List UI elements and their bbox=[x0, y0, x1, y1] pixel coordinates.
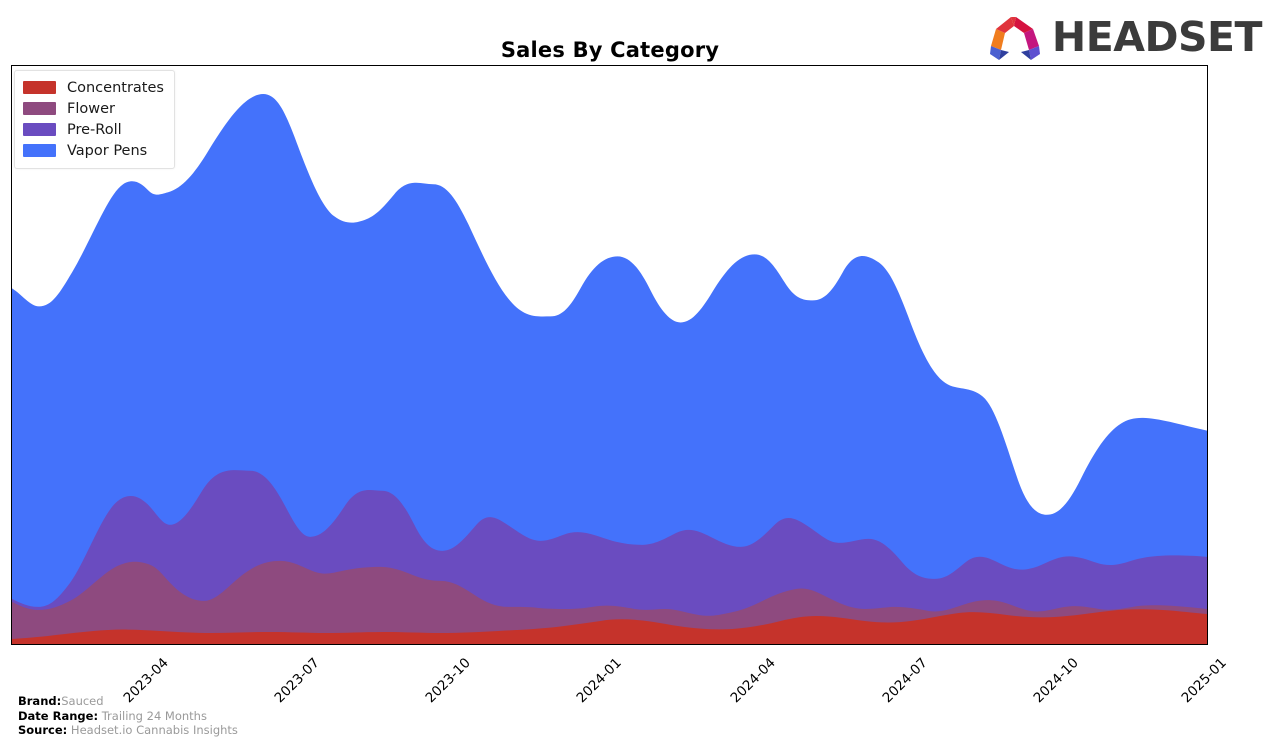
legend-item-pre-roll[interactable]: Pre-Roll bbox=[23, 119, 164, 140]
legend: Concentrates Flower Pre-Roll Vapor Pens bbox=[14, 70, 175, 169]
plot-area bbox=[11, 65, 1208, 645]
x-tick-label: 2023-07 bbox=[271, 655, 323, 707]
footer-date-range-key: Date Range: bbox=[18, 708, 99, 723]
footer-source-value: Headset.io Cannabis Insights bbox=[70, 723, 238, 738]
x-tick-label: 2024-01 bbox=[573, 655, 625, 707]
legend-label-concentrates: Concentrates bbox=[67, 79, 164, 96]
legend-item-concentrates[interactable]: Concentrates bbox=[23, 77, 164, 98]
footer-brand-value: Sauced bbox=[61, 694, 104, 709]
legend-label-vapor-pens: Vapor Pens bbox=[67, 142, 148, 159]
footer-source-key: Source: bbox=[18, 723, 68, 738]
footer-brand-row: Brand:Sauced bbox=[18, 694, 238, 709]
legend-item-vapor-pens[interactable]: Vapor Pens bbox=[23, 140, 164, 161]
x-tick-label: 2024-07 bbox=[879, 655, 931, 707]
stacked-area-plot bbox=[12, 94, 1207, 644]
footer-date-range-value: Trailing 24 Months bbox=[101, 708, 207, 723]
legend-label-pre-roll: Pre-Roll bbox=[67, 121, 122, 138]
logo-wordmark: HEADSET bbox=[1051, 12, 1263, 61]
legend-label-flower: Flower bbox=[67, 100, 115, 117]
headset-logo: HEADSET bbox=[987, 12, 1263, 62]
chart-root: Sales By Category HEADSET Concentrates F… bbox=[0, 0, 1276, 746]
footer-source-row: Source: Headset.io Cannabis Insights bbox=[18, 723, 238, 738]
headset-arch-icon bbox=[989, 17, 1040, 60]
legend-item-flower[interactable]: Flower bbox=[23, 98, 164, 119]
footer-brand-key: Brand: bbox=[18, 694, 62, 709]
x-tick-label: 2024-04 bbox=[727, 655, 779, 707]
x-tick-label: 2025-01 bbox=[1178, 655, 1230, 707]
legend-swatch-flower bbox=[23, 102, 56, 115]
x-tick-label: 2024-10 bbox=[1030, 655, 1082, 707]
legend-swatch-pre-roll bbox=[23, 123, 56, 136]
footer-notes: Brand:Sauced Date Range: Trailing 24 Mon… bbox=[18, 694, 238, 738]
legend-swatch-vapor-pens bbox=[23, 144, 56, 157]
legend-swatch-concentrates bbox=[23, 81, 56, 94]
footer-date-range-row: Date Range: Trailing 24 Months bbox=[18, 709, 238, 724]
x-tick-label: 2023-10 bbox=[422, 655, 474, 707]
